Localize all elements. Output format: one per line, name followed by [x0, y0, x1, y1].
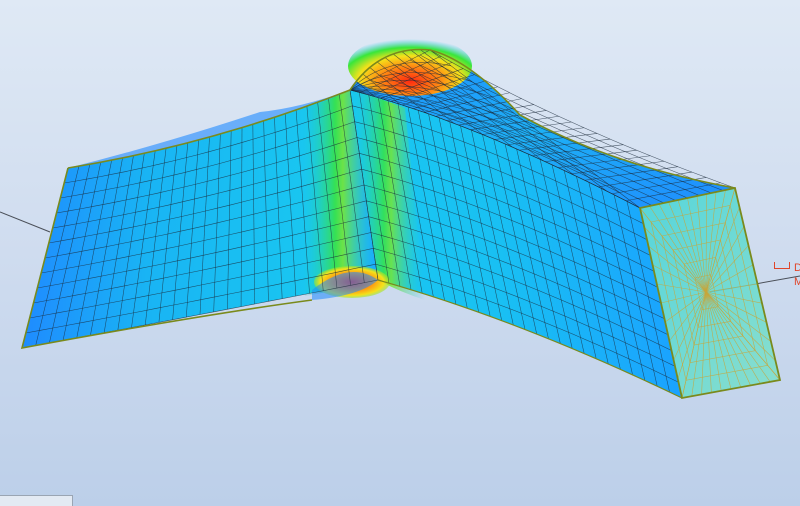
marker-glyph-bottom: M: [794, 276, 800, 288]
corner-tab[interactable]: [0, 495, 73, 506]
view-marker: D M: [774, 262, 800, 294]
3d-viewport[interactable]: [0, 0, 800, 506]
fem-mesh-canvas[interactable]: [0, 0, 800, 506]
marker-bracket-icon: [774, 262, 790, 269]
axis-line-left: [0, 211, 51, 233]
marker-glyph-top: D: [794, 262, 800, 274]
